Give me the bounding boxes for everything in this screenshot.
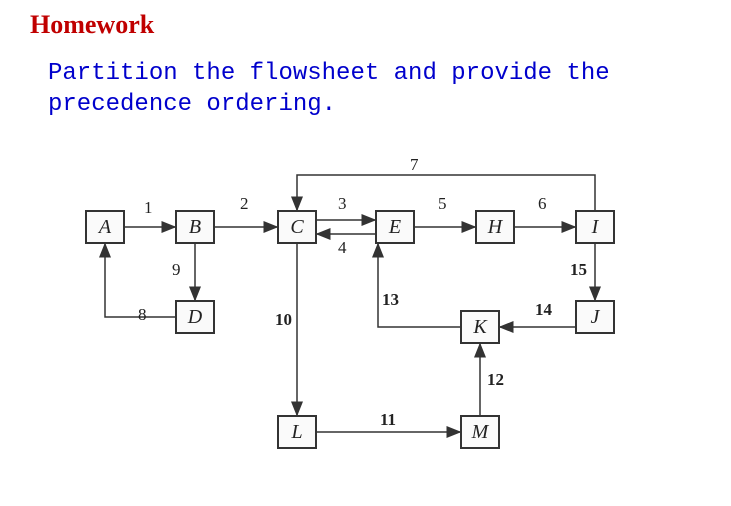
prompt-line-2: precedence ordering. (48, 91, 336, 118)
node-h: H (475, 210, 515, 244)
node-a: A (85, 210, 125, 244)
node-j: J (575, 300, 615, 334)
edge-label-1: 1 (144, 198, 153, 218)
node-m: M (460, 415, 500, 449)
edge-label-6: 6 (538, 194, 547, 214)
edge-label-5: 5 (438, 194, 447, 214)
edge-label-11: 11 (380, 410, 396, 430)
edge-label-10: 10 (275, 310, 292, 330)
edge-label-14: 14 (535, 300, 552, 320)
node-i: I (575, 210, 615, 244)
edge-label-12: 12 (487, 370, 504, 390)
edge-label-7: 7 (410, 155, 419, 175)
prompt-line-1: Partition the flowsheet and provide the (48, 60, 610, 87)
flowsheet-diagram: A B C E H I D J K L M 1 2 3 4 5 6 7 8 9 … (40, 150, 720, 480)
edge-label-4: 4 (338, 238, 347, 258)
page-title: Homework (30, 10, 711, 40)
prompt-text: Partition the flowsheet and provide the … (48, 58, 711, 120)
edge-label-9: 9 (172, 260, 181, 280)
node-c: C (277, 210, 317, 244)
node-e: E (375, 210, 415, 244)
node-l: L (277, 415, 317, 449)
edge-label-8: 8 (138, 305, 147, 325)
node-k: K (460, 310, 500, 344)
edge-label-3: 3 (338, 194, 347, 214)
edge-label-2: 2 (240, 194, 249, 214)
edge-label-15: 15 (570, 260, 587, 280)
node-b: B (175, 210, 215, 244)
node-d: D (175, 300, 215, 334)
edge-label-13: 13 (382, 290, 399, 310)
